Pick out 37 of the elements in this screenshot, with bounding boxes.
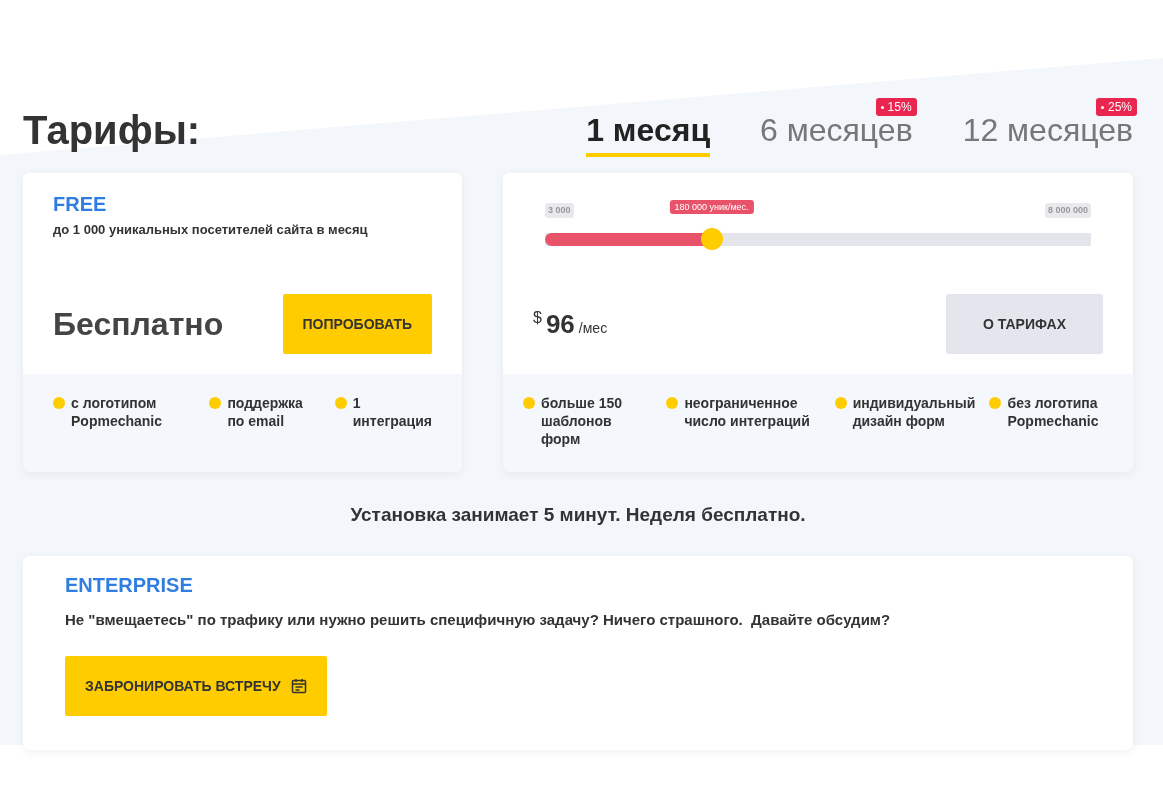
calendar-icon — [290, 678, 307, 694]
slider-thumb[interactable] — [700, 228, 723, 250]
setup-note: Установка занимает 5 минут. Неделя бесплатно. — [349, 504, 807, 526]
bullet-icon — [334, 397, 347, 409]
bullet-icon — [523, 397, 535, 409]
plan-name: FREE — [53, 193, 108, 216]
slider-min-label: 3 000 — [545, 203, 574, 218]
price-period: /мес — [578, 319, 608, 336]
try-button[interactable]: ПОПРОБОВАТЬ — [282, 294, 432, 354]
feature-text: 1 интеграция — [352, 394, 432, 430]
discount-badge: 25% — [1095, 98, 1137, 116]
feature-text: больше 150 шаблонов форм — [541, 394, 624, 448]
about-plans-button[interactable]: О ТАРИФАХ — [946, 294, 1103, 354]
period-tab[interactable]: 1 месяц — [586, 104, 711, 157]
feature-text: поддержка по email — [227, 394, 304, 430]
feature-text: с логотипом Popmechanic — [71, 394, 164, 430]
plan-description: до 1 000 уникальных посетителей сайта в месяц — [53, 222, 369, 237]
plan-price: Бесплатно — [53, 305, 224, 343]
slider-max-label: 8 000 000 — [1044, 203, 1091, 218]
bullet-icon — [209, 397, 222, 409]
feature-text: неограниченное число интеграций — [684, 394, 811, 431]
feature-text: без логотипа Popmechanic — [1007, 394, 1100, 431]
discount-badge: 15% — [875, 98, 917, 116]
bullet-icon — [53, 397, 65, 409]
feature-text: индивидуальный дизайн форм — [852, 394, 977, 431]
bullet-icon — [989, 397, 1002, 409]
plan-name: ENTERPRISE — [65, 574, 193, 597]
bullet-icon — [666, 397, 679, 409]
enterprise-text: Не "вмещаетесь" по трафику или нужно решить специфичную задачу? Ничего страшного. Давайте обсудим? — [65, 611, 891, 628]
book-meeting-button[interactable]: ЗАБРОНИРОВАТЬ ВСТРЕЧУ — [65, 656, 327, 716]
plan-price: 96 — [545, 308, 575, 340]
dot-icon — [1100, 105, 1104, 109]
currency-sign: $ — [533, 308, 542, 327]
page-title: Тарифы: — [23, 108, 201, 153]
dot-icon — [880, 105, 884, 109]
bullet-icon — [834, 397, 847, 409]
slider-value-tooltip: 180 000 уник/мес. — [669, 200, 754, 214]
